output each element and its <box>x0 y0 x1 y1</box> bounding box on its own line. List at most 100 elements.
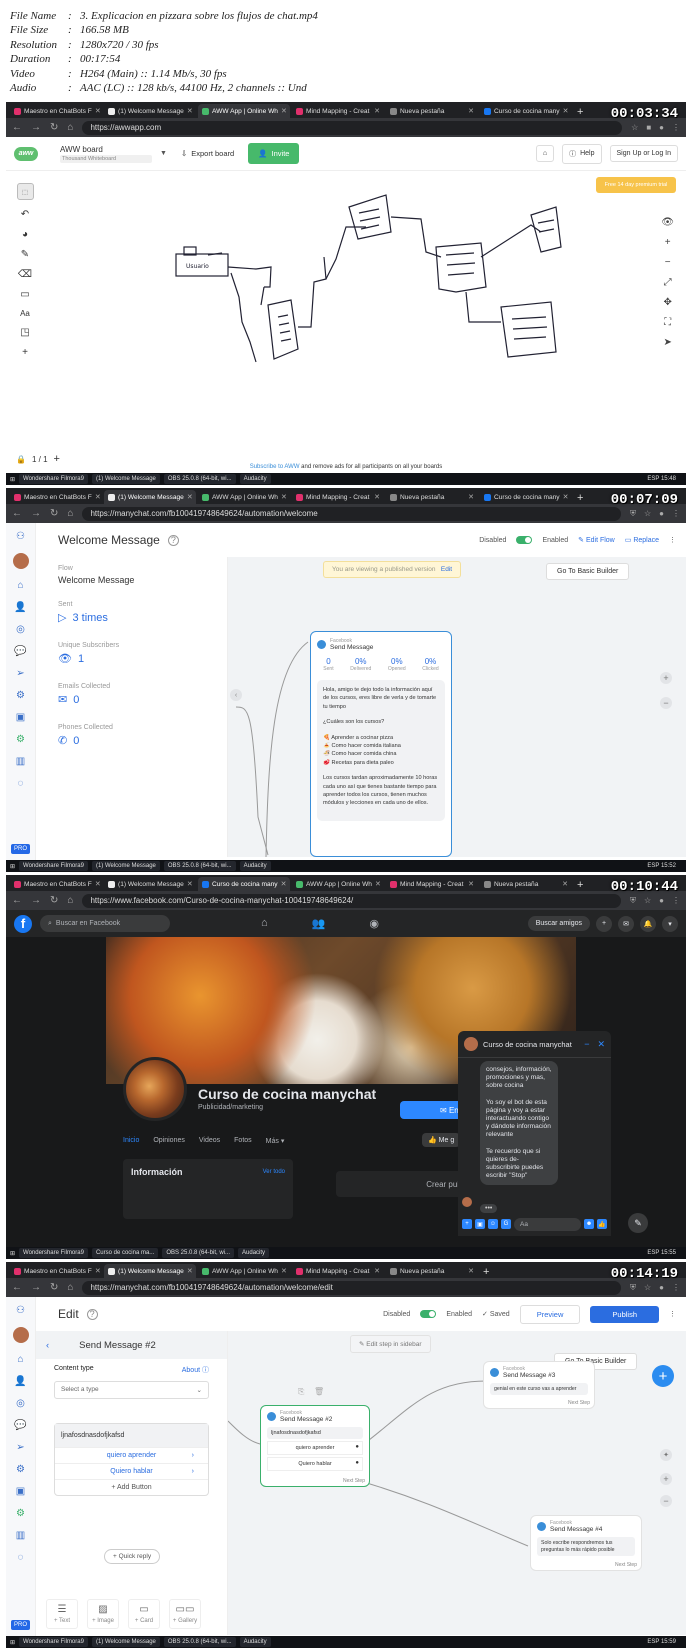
taskbar-item[interactable]: Audacity <box>238 1248 270 1258</box>
image-icon[interactable]: ▣ <box>475 1219 485 1229</box>
new-tab-icon[interactable]: + <box>577 492 583 504</box>
reload-icon[interactable]: ↻ <box>50 895 58 906</box>
taskbar-item[interactable]: Audacity <box>239 474 271 484</box>
quick-reply-button[interactable]: + Quick reply <box>104 1549 161 1564</box>
browser-tab[interactable]: Maestro en ChatBots F ✕ <box>10 104 102 118</box>
pointer-icon[interactable]: ➤ <box>663 337 671 348</box>
menu-icon[interactable]: ⋮ <box>672 123 680 132</box>
browser-tab[interactable]: Nueva pestaña ✕ <box>480 877 572 891</box>
close-icon[interactable]: ✕ <box>95 880 101 888</box>
taskbar-item[interactable]: (1) Welcome Message <box>91 861 160 871</box>
taskbar-item[interactable]: Curso de cocina ma... <box>91 1248 159 1258</box>
move-icon[interactable]: ✥ <box>663 297 671 308</box>
like-button[interactable]: 👍 Me g <box>422 1133 461 1147</box>
taskbar-item[interactable]: (1) Welcome Message <box>91 474 160 484</box>
browser-tab[interactable]: Nueva pestaña ✕ <box>386 104 478 118</box>
browser-tab[interactable]: AWW App | Online Wh ✕ <box>198 1264 290 1278</box>
home-icon[interactable]: ⌂ <box>261 917 268 930</box>
text-tool-icon[interactable]: Aa <box>20 309 30 318</box>
back-icon[interactable]: ← <box>12 895 22 906</box>
close-icon[interactable]: ✕ <box>468 880 474 888</box>
emoji-icon[interactable]: ☻ <box>584 1219 594 1229</box>
plus-icon[interactable]: + <box>22 347 28 358</box>
manychat-logo-icon[interactable]: ⚇ <box>16 1305 25 1316</box>
reload-icon[interactable]: ↻ <box>50 508 58 519</box>
start-icon[interactable]: ⊞ <box>10 1639 15 1646</box>
browser-tab-active[interactable]: Curso de cocina many ✕ <box>198 877 290 891</box>
browser-tab[interactable]: (1) Welcome Message ✕ <box>104 877 196 891</box>
start-icon[interactable]: ⊞ <box>10 1250 15 1257</box>
templates-icon[interactable]: ▥ <box>16 756 25 767</box>
next-step-label[interactable]: Next Step <box>343 1478 365 1484</box>
node-button[interactable]: quiero aprender ● <box>267 1441 363 1455</box>
tab-mas[interactable]: Más ▾ <box>266 1137 285 1145</box>
node-button[interactable]: Quiero hablar ● <box>267 1457 363 1471</box>
publish-button[interactable]: Publish <box>590 1305 659 1323</box>
next-step-label[interactable]: Next Step <box>615 1562 637 1568</box>
close-icon[interactable]: ✕ <box>281 107 287 115</box>
pro-badge[interactable]: PRO <box>10 844 30 854</box>
taskbar-item[interactable]: Wondershare Filmora9 <box>19 1637 88 1647</box>
add-button[interactable]: + Add Button <box>55 1479 208 1495</box>
taskbar-item[interactable]: OBS 25.0.8 (64-bit, wi... <box>163 1637 236 1647</box>
browser-tab[interactable]: AWW App | Online Wh ✕ <box>292 877 384 891</box>
live-chat-icon[interactable]: 💬 <box>14 1420 26 1431</box>
home-icon[interactable]: ⌂ <box>17 580 23 591</box>
message-button[interactable]: quiero aprender › <box>55 1447 208 1463</box>
shield-icon[interactable]: ⛨ <box>630 1283 636 1293</box>
chat-input[interactable]: Aa <box>514 1217 581 1231</box>
plus-icon[interactable]: + <box>596 915 612 932</box>
close-icon[interactable]: ✕ <box>563 107 569 115</box>
taskbar-item[interactable]: (1) Welcome Message <box>91 1637 160 1647</box>
flows-icon[interactable]: ▣ <box>16 1486 25 1497</box>
new-tab-icon[interactable]: + <box>577 879 583 891</box>
more-icon[interactable]: ⋮ <box>669 536 676 544</box>
zoom-in-icon[interactable]: + <box>665 237 671 248</box>
close-icon[interactable]: ✕ <box>95 493 101 501</box>
tab-videos[interactable]: Videos <box>199 1137 220 1145</box>
signup-button[interactable]: Sign Up or Log In <box>609 145 678 162</box>
manychat-logo-icon[interactable]: ⚇ <box>16 531 25 542</box>
flow-canvas[interactable]: You are viewing a published version Edit… <box>228 557 686 857</box>
browser-tab[interactable]: Mind Mapping - Creat ✕ <box>292 490 384 504</box>
lock-icon[interactable]: 🔒 <box>16 455 26 464</box>
profile-icon[interactable]: ● <box>659 896 664 906</box>
close-icon[interactable]: ✕ <box>374 107 380 115</box>
bell-icon[interactable]: 🔔 <box>640 915 656 932</box>
friends-icon[interactable]: 👥 <box>312 917 326 930</box>
content-type-select[interactable]: Select a type ⌄ <box>54 1381 209 1399</box>
new-message-icon[interactable]: ✎ <box>628 1213 648 1233</box>
browser-tab[interactable]: Nueva pestaña ✕ <box>386 1264 478 1278</box>
browser-tab[interactable]: AWW App | Online Wh ✕ <box>198 490 290 504</box>
close-icon[interactable]: ✕ <box>281 880 287 888</box>
collapse-icon[interactable]: ‹ <box>230 689 242 701</box>
close-icon[interactable]: ✕ <box>468 1267 474 1275</box>
close-icon[interactable]: ✕ <box>374 493 380 501</box>
forward-icon[interactable]: → <box>31 895 41 906</box>
add-image-button[interactable]: ▨ + Image <box>87 1599 119 1629</box>
shield-icon[interactable]: ⛨ <box>630 896 636 906</box>
zoom-in-icon[interactable]: + <box>660 1473 672 1485</box>
forward-icon[interactable]: → <box>31 508 41 519</box>
undo-icon[interactable]: ↶ <box>21 209 29 220</box>
flows-icon[interactable]: ▣ <box>16 712 25 723</box>
menu-icon[interactable]: ⋮ <box>672 1283 680 1293</box>
star-icon[interactable]: ☆ <box>644 896 651 906</box>
close-icon[interactable]: ✕ <box>562 880 568 888</box>
broadcast-icon[interactable]: ➢ <box>16 668 24 679</box>
templates-icon[interactable]: ▥ <box>16 1530 25 1541</box>
close-icon[interactable]: ✕ <box>563 493 569 501</box>
eye-icon[interactable]: 👁 <box>661 217 674 228</box>
send-message-node-2[interactable]: Facebook Send Message #2 ljnafosdnasdofjk… <box>260 1405 370 1487</box>
enabled-toggle[interactable] <box>420 1310 437 1318</box>
broadcast-icon[interactable]: ➢ <box>16 1442 24 1453</box>
add-gallery-button[interactable]: ▭▭ + Gallery <box>169 1599 201 1629</box>
edit-flow-button[interactable]: ✎ Edit Flow <box>578 536 615 544</box>
back-icon[interactable]: ‹ <box>46 1340 49 1351</box>
browser-tab-active[interactable]: AWW App | Online Wh ✕ <box>198 104 290 118</box>
browser-tab[interactable]: Maestro en ChatBots F ✕ <box>10 490 102 504</box>
preview-button[interactable]: Preview <box>519 1304 581 1324</box>
enabled-toggle[interactable] <box>516 536 533 544</box>
url-input[interactable]: https://awwapp.com <box>82 120 623 135</box>
star-icon[interactable]: ☆ <box>644 1283 651 1293</box>
